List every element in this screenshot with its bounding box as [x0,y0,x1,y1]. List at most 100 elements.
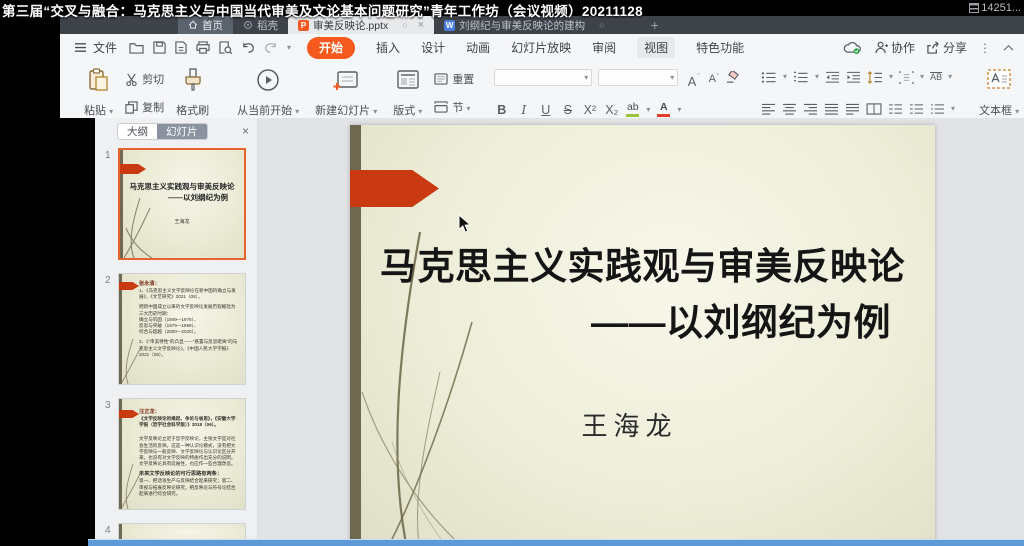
section-label: 节 ▾ [452,99,470,115]
tab-animation[interactable]: 动画 [466,39,490,56]
video-progress-bar[interactable] [88,539,1024,546]
new-tab-button[interactable]: + [641,16,669,34]
slide-stems-decoration [352,232,542,540]
align-left-icon[interactable] [761,103,776,115]
more-menu-icon[interactable]: ⋮ [979,41,991,55]
tab-slideshow[interactable]: 幻灯片放映 [511,39,571,56]
outline-tab[interactable]: 大纲 [118,124,157,139]
video-frame: 首页 稻壳 P 审美反映论.pptx ○ × W 刘纲纪与审美反映论的建构 ○ … [0,0,1024,546]
highlight-color-swatch [626,114,639,117]
list-level-2-icon[interactable] [909,103,924,115]
tab-insert[interactable]: 插入 [376,39,400,56]
collaborate-button[interactable]: 协作 [875,39,915,56]
thumbnail-4[interactable]: 4 [95,523,257,540]
font-color-dropdown-icon[interactable]: ▾ [677,106,681,114]
reset-button[interactable]: 重置 [434,71,474,87]
tab-close-icon[interactable]: × [418,19,424,31]
open-file-icon[interactable] [129,41,144,54]
share-icon [927,41,940,54]
print-preview-icon[interactable] [219,41,232,54]
text-direction-icon[interactable]: AB [930,72,942,83]
thumbnail-2-slide[interactable]: 张永清： 1、《马克思主义文学反映论在新中国的确立与发展》，《文艺研究》2021… [118,273,246,385]
redo-icon[interactable] [264,42,278,54]
font-name-combobox[interactable]: ▾ [494,69,592,86]
slide-canvas[interactable]: 马克思主义实践观与审美反映论 ——以刘纲纪为例 王海龙 [258,118,1024,540]
tab-special-features[interactable]: 特色功能 [696,39,744,56]
font-color-button[interactable]: A [657,102,670,117]
cloud-sync-icon[interactable] [843,41,863,55]
play-from-current-button[interactable]: 从当前开始 ▾ [233,65,303,121]
decrease-indent-icon[interactable] [825,71,840,84]
thumbnail-1[interactable]: 1 马克思主义实践观与审美反映论 ——以刘纲纪为例 王海龙 [95,148,257,266]
new-slide-button[interactable]: 新建幻灯片 ▾ [311,65,381,121]
save-icon[interactable] [153,41,166,54]
columns-icon[interactable] [866,103,882,115]
increase-indent-icon[interactable] [846,71,861,84]
font-size-combobox[interactable]: ▾ [598,69,678,86]
tab-review[interactable]: 审阅 [592,39,616,56]
numbering-icon[interactable] [793,71,809,84]
superscript-button[interactable]: X² [582,103,597,117]
format-painter-icon [184,68,202,92]
subscript-button[interactable]: X₂ [604,103,619,117]
collapse-ribbon-icon[interactable] [1003,44,1014,51]
ppt-file-icon: P [298,20,309,31]
tab-view[interactable]: 视图 [637,37,675,58]
doc-file-icon: W [444,20,455,31]
list-level-1-icon[interactable] [888,103,903,115]
format-painter-button[interactable]: 格式刷 [172,65,213,121]
paragraph-spacing-icon[interactable] [899,71,914,84]
paste-icon [89,68,109,92]
strikethrough-button[interactable]: S [560,103,575,117]
underline-button[interactable]: U [538,103,553,117]
highlight-color-button[interactable]: ab [626,102,639,117]
align-right-icon[interactable] [803,103,818,115]
layout-button[interactable]: 版式 ▾ [389,65,426,121]
bullets-icon[interactable] [761,71,777,84]
copy-button[interactable]: 复制 [125,99,164,115]
mini-body-text: 汪正龙： 《文学反映论的缘起、争论与省思》，《安徽大学学报（哲学社会科学版）》2… [139,409,240,497]
slide-number: 4 [105,525,111,536]
paste-button[interactable]: 粘贴 ▾ [80,65,117,121]
section-button[interactable]: 节 ▾ [434,99,474,115]
tab-start[interactable]: 开始 [307,37,355,59]
file-menu[interactable]: 文件 [93,39,117,56]
thumbnail-3[interactable]: 3 汪正龙： 《文学反映论的缘起、争论与省思》，《安徽大学学报（哲学社会科学版）… [95,398,257,516]
highlight-dropdown-icon[interactable]: ▾ [646,106,650,114]
menu-bar: 文件 ▾ 开始 插入 设计 动画 幻灯片放映 审阅 [60,34,1024,61]
slides-tab[interactable]: 幻灯片 [157,124,207,139]
thumbnail-2[interactable]: 2 张永清： 1、《马克思主义文学反映论在新中国的确立与发展》，《文艺研究》20… [95,273,257,391]
italic-button[interactable]: I [516,102,531,117]
textbox-button[interactable]: 文本框 ▾ [975,65,1023,121]
insert-group: 文本框 ▾ 形状 ▾ 图片 ▾ 排列 ▾ [967,65,1024,121]
list-level-3-icon[interactable] [930,103,945,115]
copy-label: 复制 [142,99,164,115]
quick-access-dropdown-icon[interactable]: ▾ [287,44,291,52]
cut-button[interactable]: 剪切 [125,71,164,87]
mouse-cursor [458,214,472,234]
increase-font-size-button[interactable]: Aˆ [684,75,699,81]
layout-icon [395,68,421,92]
print-icon[interactable] [196,41,210,54]
justify-icon[interactable] [824,103,839,115]
current-slide[interactable]: 马克思主义实践观与审美反映论 ——以刘纲纪为例 王海龙 [350,125,935,540]
undo-icon[interactable] [241,42,255,54]
export-pdf-icon[interactable] [175,41,187,54]
thumbnail-3-slide[interactable]: 汪正龙： 《文学反映论的缘起、争论与省思》，《安徽大学学报（哲学社会科学版）》2… [118,398,246,510]
decrease-font-size-button[interactable]: Aˇ [706,74,719,81]
reset-section-stack: 重置 节 ▾ [434,65,474,121]
share-button[interactable]: 分享 [927,39,967,56]
line-spacing-icon[interactable] [867,71,883,84]
bold-button[interactable]: B [494,103,509,117]
distribute-icon[interactable] [845,103,860,115]
clear-format-icon[interactable] [725,71,741,84]
thumbnail-1-slide[interactable]: 马克思主义实践观与审美反映论 ——以刘纲纪为例 王海龙 [118,148,246,260]
panel-close-icon[interactable]: × [242,124,249,138]
align-center-icon[interactable] [782,103,797,115]
new-slide-icon [333,68,359,92]
slide-thumbnail-panel: 大纲 幻灯片 × 1 马克思主义实践观与审美反映论 ——以刘纲纪为例 [95,118,258,540]
tab-design[interactable]: 设计 [421,39,445,56]
tab-other-sync-icon: ○ [599,20,604,30]
hamburger-menu-icon[interactable] [74,42,87,53]
thumbnail-4-slide[interactable] [118,523,246,540]
